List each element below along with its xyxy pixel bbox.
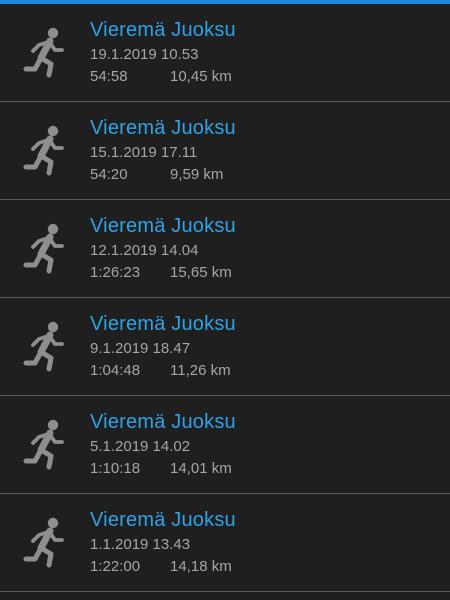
activity-distance: 15,65 km (170, 264, 232, 281)
running-icon (20, 124, 70, 178)
activity-duration: 1:26:23 (90, 264, 141, 281)
activity-date: 15.1.2019 17.11 (90, 144, 198, 161)
activity-distance: 9,59 km (170, 166, 224, 183)
activity-date: 9.1.2019 18.47 (90, 340, 191, 357)
activity-list-item[interactable]: Vieremä Juoksu 5.1.2019 14.02 1:10:18 14… (0, 396, 450, 494)
activity-title: Vieremä Juoksu (90, 215, 236, 237)
activity-title: Vieremä Juoksu (90, 19, 236, 41)
activity-distance: 11,26 km (170, 362, 231, 379)
activity-duration: 1:10:18 (90, 460, 141, 477)
activity-title: Vieremä Juoksu (90, 411, 236, 433)
activity-list: Vieremä Juoksu 19.1.2019 10.53 54:58 10,… (0, 4, 450, 592)
activity-list-item[interactable]: Vieremä Juoksu 9.1.2019 18.47 1:04:48 11… (0, 298, 450, 396)
activity-title: Vieremä Juoksu (90, 313, 236, 335)
activity-list-item[interactable]: Vieremä Juoksu 1.1.2019 13.43 1:22:00 14… (0, 494, 450, 592)
running-icon (20, 418, 70, 472)
running-icon (20, 26, 70, 80)
activity-date: 19.1.2019 10.53 (90, 46, 199, 63)
running-icon (20, 222, 70, 276)
activity-distance: 14,01 km (170, 460, 232, 477)
running-icon (20, 516, 70, 570)
activity-distance: 10,45 km (170, 68, 232, 85)
activity-date: 5.1.2019 14.02 (90, 438, 191, 455)
activity-list-item[interactable]: Vieremä Juoksu 19.1.2019 10.53 54:58 10,… (0, 4, 450, 102)
activity-list-item[interactable]: Vieremä Juoksu 12.1.2019 14.04 1:26:23 1… (0, 200, 450, 298)
activity-title: Vieremä Juoksu (90, 509, 236, 531)
activity-date: 1.1.2019 13.43 (90, 536, 191, 553)
activity-duration: 1:22:00 (90, 558, 141, 575)
running-icon (20, 320, 70, 374)
activity-distance: 14,18 km (170, 558, 232, 575)
activity-title: Vieremä Juoksu (90, 117, 236, 139)
activity-duration: 54:20 (90, 166, 128, 183)
activity-date: 12.1.2019 14.04 (90, 242, 199, 259)
activity-duration: 1:04:48 (90, 362, 141, 379)
activity-duration: 54:58 (90, 68, 128, 85)
activity-list-item[interactable]: Vieremä Juoksu 15.1.2019 17.11 54:20 9,5… (0, 102, 450, 200)
